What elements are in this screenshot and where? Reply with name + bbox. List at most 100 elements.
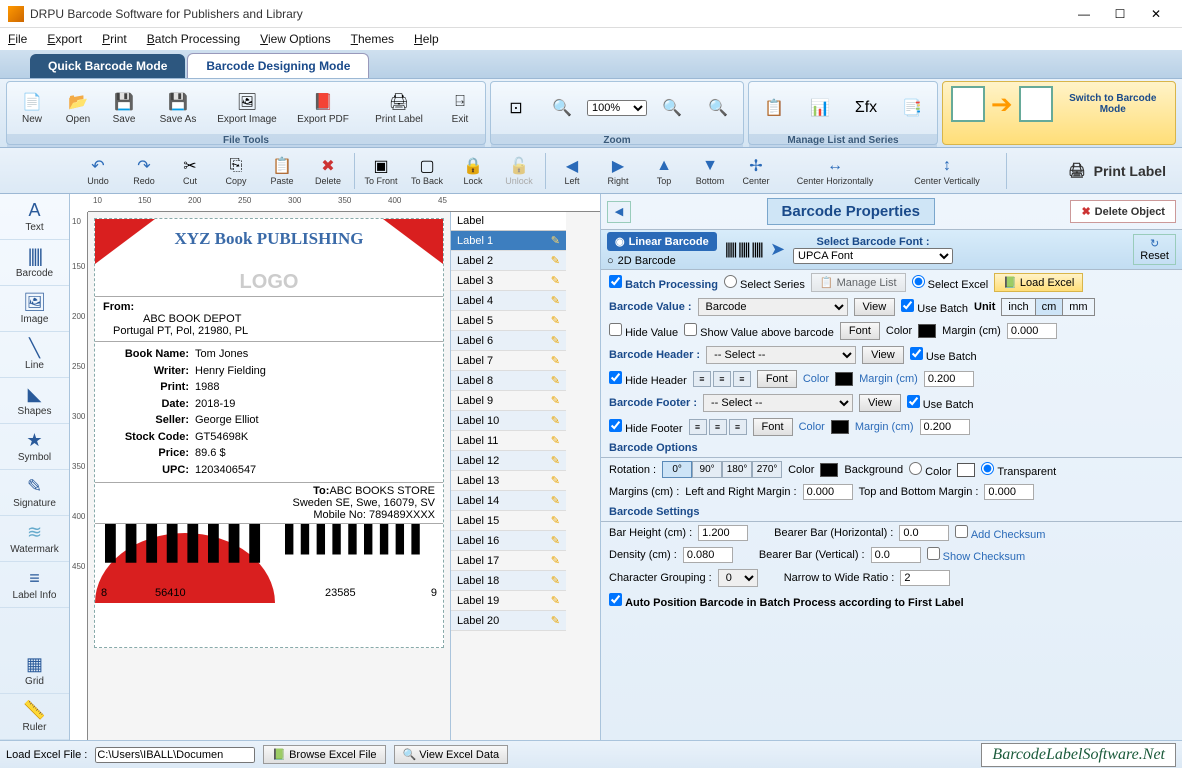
header-select[interactable]: -- Select -- <box>706 346 856 364</box>
zoom-out-button[interactable]: 🔍 <box>651 84 693 132</box>
lr-margin-input[interactable] <box>803 484 853 500</box>
barcode-font-select[interactable]: UPCA Font <box>793 248 953 264</box>
print-label-big-button[interactable]: 🖨Print Label <box>1068 162 1166 179</box>
pencil-icon[interactable]: ✎ <box>551 314 560 327</box>
pencil-icon[interactable]: ✎ <box>551 374 560 387</box>
unit-selector[interactable]: inchcmmm <box>1001 298 1094 316</box>
delete-object-button[interactable]: ✖Delete Object <box>1070 200 1176 223</box>
menu-print[interactable]: Print <box>102 32 127 46</box>
zoom-reset-button[interactable]: 🔍 <box>697 84 739 132</box>
view-footer-button[interactable]: View <box>859 394 901 412</box>
label-list-item[interactable]: Label 6✎ <box>451 331 566 351</box>
pencil-icon[interactable]: ✎ <box>551 354 560 367</box>
tool-text[interactable]: AText <box>0 194 69 240</box>
nwr-input[interactable] <box>900 570 950 586</box>
tool-symbol[interactable]: ★Symbol <box>0 424 69 470</box>
label-list-item[interactable]: Label 19✎ <box>451 591 566 611</box>
add-checksum-check[interactable]: Add Checksum <box>955 525 1045 541</box>
pencil-icon[interactable]: ✎ <box>551 434 560 447</box>
tb-margin-input[interactable] <box>984 484 1034 500</box>
pencil-icon[interactable]: ✎ <box>551 474 560 487</box>
view-header-button[interactable]: View <box>862 346 904 364</box>
zoom-fit-button[interactable]: ⊡ <box>495 84 537 132</box>
tool-barcode[interactable]: |||||Barcode <box>0 240 69 286</box>
use-batch-footer[interactable]: Use Batch <box>907 395 974 411</box>
hide-header-check[interactable]: Hide Header <box>609 371 687 387</box>
align-left-button[interactable]: ◀Left <box>550 151 594 191</box>
density-input[interactable] <box>683 547 733 563</box>
center-v-button[interactable]: ↕Center Vertically <box>892 151 1002 191</box>
excel-path-input[interactable] <box>95 747 255 763</box>
pencil-icon[interactable]: ✎ <box>551 234 560 247</box>
footer-color-swatch[interactable] <box>831 420 849 434</box>
pencil-icon[interactable]: ✎ <box>551 394 560 407</box>
label-list-item[interactable]: Label 14✎ <box>451 491 566 511</box>
label-list-item[interactable]: Label 11✎ <box>451 431 566 451</box>
label-list-item[interactable]: Label 5✎ <box>451 311 566 331</box>
footer-font-button[interactable]: Font <box>753 418 793 436</box>
menu-help[interactable]: Help <box>414 32 439 46</box>
label-list-item[interactable]: Label 2✎ <box>451 251 566 271</box>
header-align[interactable]: ≡≡≡ <box>693 371 751 387</box>
tool-ruler[interactable]: 📏Ruler <box>0 694 69 740</box>
props-back-button[interactable]: ◀ <box>607 201 631 223</box>
new-button[interactable]: 📄New <box>11 84 53 132</box>
footer-align[interactable]: ≡≡≡ <box>689 419 747 435</box>
tool-signature[interactable]: ✎Signature <box>0 470 69 516</box>
label-list-item[interactable]: Label 17✎ <box>451 551 566 571</box>
label-list-item[interactable]: Label 4✎ <box>451 291 566 311</box>
align-top-button[interactable]: ▲Top <box>642 151 686 191</box>
label-list-item[interactable]: Label 20✎ <box>451 611 566 631</box>
label-list-item[interactable]: Label 10✎ <box>451 411 566 431</box>
list-btn-3[interactable]: Σfx <box>845 84 887 132</box>
list-btn-2[interactable]: 📊 <box>799 84 841 132</box>
pencil-icon[interactable]: ✎ <box>551 554 560 567</box>
pencil-icon[interactable]: ✎ <box>551 614 560 627</box>
rotation-buttons[interactable]: 0°90°180°270° <box>662 461 782 478</box>
undo-button[interactable]: ↶Undo <box>76 151 120 191</box>
align-bottom-button[interactable]: ▼Bottom <box>688 151 732 191</box>
pencil-icon[interactable]: ✎ <box>551 454 560 467</box>
tool-shapes[interactable]: ◣Shapes <box>0 378 69 424</box>
tool-watermark[interactable]: ≋Watermark <box>0 516 69 562</box>
minimize-button[interactable]: — <box>1066 0 1102 28</box>
header-margin-input[interactable] <box>924 371 974 387</box>
label-list-item[interactable]: Label 18✎ <box>451 571 566 591</box>
tool-image[interactable]: 🖼Image <box>0 286 69 332</box>
pencil-icon[interactable]: ✎ <box>551 534 560 547</box>
paste-button[interactable]: 📋Paste <box>260 151 304 191</box>
align-right-button[interactable]: ▶Right <box>596 151 640 191</box>
batch-check[interactable]: Batch Processing <box>609 275 718 291</box>
center-h-button[interactable]: ↔Center Horizontally <box>780 151 890 191</box>
load-excel-button[interactable]: 📗 Load Excel <box>994 273 1083 292</box>
select-series-radio[interactable]: Select Series <box>724 275 805 291</box>
exit-button[interactable]: ⍈Exit <box>439 84 481 132</box>
label-list-item[interactable]: Label 9✎ <box>451 391 566 411</box>
pencil-icon[interactable]: ✎ <box>551 414 560 427</box>
bg-color-radio[interactable]: Color <box>909 462 951 478</box>
manage-list-button[interactable]: 📋 Manage List <box>811 273 906 292</box>
label-list-item[interactable]: Label 1✎ <box>451 231 566 251</box>
footer-margin-input[interactable] <box>920 419 970 435</box>
autopos-check[interactable]: Auto Position Barcode in Batch Process a… <box>609 593 964 609</box>
label-list-item[interactable]: Label 7✎ <box>451 351 566 371</box>
export-pdf-button[interactable]: 📕Export PDF <box>287 84 359 132</box>
copy-button[interactable]: ⎘Copy <box>214 151 258 191</box>
label-list-item[interactable]: Label 12✎ <box>451 451 566 471</box>
redo-button[interactable]: ↷Redo <box>122 151 166 191</box>
pencil-icon[interactable]: ✎ <box>551 594 560 607</box>
ribbon-switch[interactable]: ➔ Switch to Barcode Mode <box>942 81 1176 145</box>
pencil-icon[interactable]: ✎ <box>551 274 560 287</box>
value-margin-input[interactable] <box>1007 323 1057 339</box>
menu-file[interactable]: File <box>8 32 27 46</box>
cut-button[interactable]: ✂Cut <box>168 151 212 191</box>
maximize-button[interactable]: ☐ <box>1102 0 1138 28</box>
show-above-check[interactable]: Show Value above barcode <box>684 323 834 339</box>
bearer-h-input[interactable] <box>899 525 949 541</box>
tofront-button[interactable]: ▣To Front <box>359 151 403 191</box>
use-batch-check[interactable]: Use Batch <box>901 299 968 315</box>
pencil-icon[interactable]: ✎ <box>551 334 560 347</box>
header-color-swatch[interactable] <box>835 372 853 386</box>
open-button[interactable]: 📂Open <box>57 84 99 132</box>
label-list-item[interactable]: Label 8✎ <box>451 371 566 391</box>
